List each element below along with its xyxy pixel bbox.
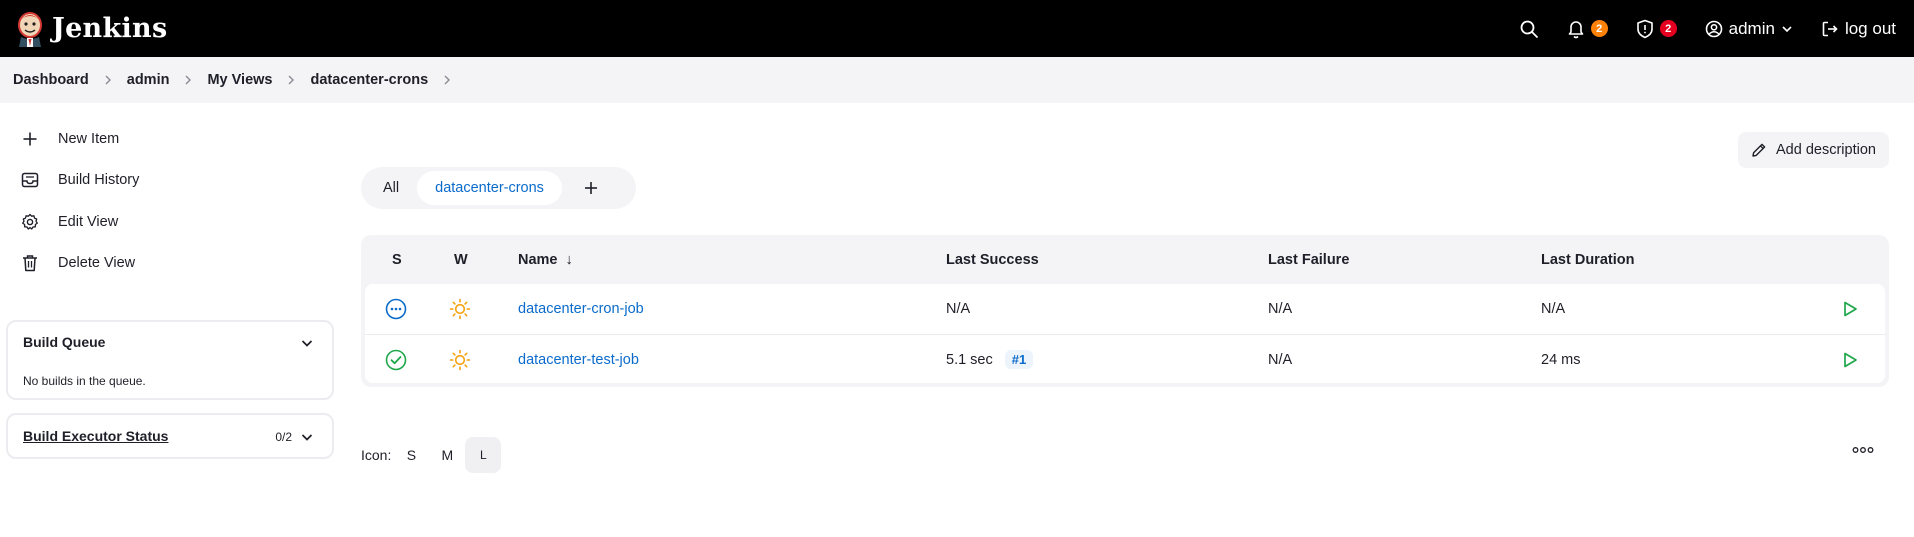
schedule-build-button[interactable] [1841,335,1859,383]
search-button[interactable] [1519,19,1539,39]
column-header-name[interactable]: Name ↓ [518,245,573,275]
search-icon [1520,20,1538,38]
jenkins-logo-icon [18,11,42,47]
chevron-right-icon [286,74,296,86]
sidebar-item-edit-view[interactable]: Edit View [20,212,118,232]
view-tabs: All datacenter-crons [361,167,636,209]
more-horizontal-icon [1852,447,1874,453]
trash-icon [20,253,40,273]
add-description-label: Add description [1776,142,1876,158]
build-queue-panel: Build Queue No builds in the queue. [6,320,334,400]
sidebar-item-label: Build History [58,172,140,188]
new-view-button[interactable] [572,171,610,205]
notifications-badge: 2 [1590,20,1608,37]
inbox-icon [20,170,40,190]
chevron-down-icon [1782,25,1792,32]
chevron-down-icon[interactable] [300,430,314,444]
sidebar-item-delete-view[interactable]: Delete View [20,253,135,273]
user-menu[interactable]: admin [1705,19,1793,39]
brand-name: Jenkins [52,13,168,44]
chevron-down-icon[interactable] [300,336,314,350]
sidebar-item-label: New Item [58,131,120,147]
gear-icon [20,212,40,232]
jobs-table-body: datacenter-cron-job N/A N/A N/A datacent… [365,284,1885,383]
last-success-value: N/A [946,300,971,317]
schedule-build-button[interactable] [1841,284,1859,333]
job-link-datacenter-test-job[interactable]: datacenter-test-job [518,335,639,383]
add-description-button[interactable]: Add description [1738,132,1889,168]
breadcrumb-dashboard[interactable]: Dashboard [13,72,89,88]
job-link-datacenter-cron-job[interactable]: datacenter-cron-job [518,284,644,333]
last-failure-value: N/A [1268,300,1293,317]
build-executor-panel: Build Executor Status 0/2 [6,413,334,459]
logout-label: log out [1844,18,1896,38]
column-header-name-label: Name [518,252,558,268]
tab-datacenter-crons[interactable]: datacenter-crons [417,171,562,205]
column-header-last-success[interactable]: Last Success [946,245,1039,275]
column-header-last-duration[interactable]: Last Duration [1541,245,1634,275]
icon-size-selector: Icon: S M L [361,437,502,473]
user-name: admin [1728,18,1775,38]
main-area: New Item Build History Edit View Delete … [0,103,1914,537]
icon-size-small[interactable]: S [393,437,429,473]
table-row: datacenter-cron-job N/A N/A N/A [365,284,1885,333]
top-header: Jenkins 2 2 admin log out [0,0,1914,57]
sidebar-item-new-item[interactable]: New Item [20,129,119,149]
icon-size-medium[interactable]: M [429,437,465,473]
weather-sunny-icon [449,284,471,333]
build-queue-title[interactable]: Build Queue [23,334,105,350]
security-badge: 2 [1659,20,1677,37]
notifications-button[interactable]: 2 [1567,19,1608,39]
last-failure-value: N/A [1268,351,1293,368]
column-header-status[interactable]: S [392,245,402,275]
play-icon [1844,301,1857,316]
logout-icon [1822,21,1838,36]
user-icon [1705,20,1722,37]
bell-icon [1568,20,1583,38]
breadcrumb-admin[interactable]: admin [127,72,170,88]
build-queue-empty: No builds in the queue. [23,374,146,388]
chevron-right-icon [183,74,193,86]
breadcrumb-my-views[interactable]: My Views [207,72,272,88]
jobs-table: S W Name ↓ Last Success Last Failure Las… [361,235,1889,387]
breadcrumb: Dashboard admin My Views datacenter-cron… [0,57,1914,103]
shield-icon [1636,19,1653,38]
build-executor-title[interactable]: Build Executor Status [23,428,168,444]
weather-sunny-icon [449,335,471,383]
icon-size-label: Icon: [361,447,392,463]
chevron-right-icon [103,74,113,86]
security-button[interactable]: 2 [1636,19,1677,39]
sidebar-item-label: Delete View [58,255,136,271]
sort-indicator: ↓ [565,252,573,268]
last-duration-value: N/A [1541,300,1566,317]
play-icon [1844,352,1857,367]
logout-link[interactable]: log out [1821,19,1896,39]
last-duration-value: 24 ms [1541,351,1581,368]
last-success-cell: 5.1 sec #1 [946,335,1034,383]
status-success-icon [385,335,407,383]
last-success-value: 5.1 sec [946,351,993,368]
pencil-icon [1752,143,1766,157]
icon-size-large[interactable]: L [465,437,502,473]
column-header-last-failure[interactable]: Last Failure [1268,245,1349,275]
plus-icon [20,129,40,149]
jenkins-home-link[interactable]: Jenkins [14,11,167,47]
plus-icon [584,182,597,194]
more-options-button[interactable] [1852,446,1874,454]
sidebar-item-build-history[interactable]: Build History [20,170,139,190]
breadcrumb-datacenter-crons[interactable]: datacenter-crons [310,72,428,88]
table-row: datacenter-test-job 5.1 sec #1 N/A 24 ms [365,334,1885,383]
build-number-link[interactable]: #1 [1004,350,1034,369]
chevron-right-icon[interactable] [442,74,452,86]
sidebar-item-label: Edit View [58,214,119,230]
tab-all[interactable]: All [365,171,417,205]
column-header-weather[interactable]: W [454,245,468,275]
status-not-built-icon [385,284,407,333]
executor-count: 0/2 [275,430,292,444]
